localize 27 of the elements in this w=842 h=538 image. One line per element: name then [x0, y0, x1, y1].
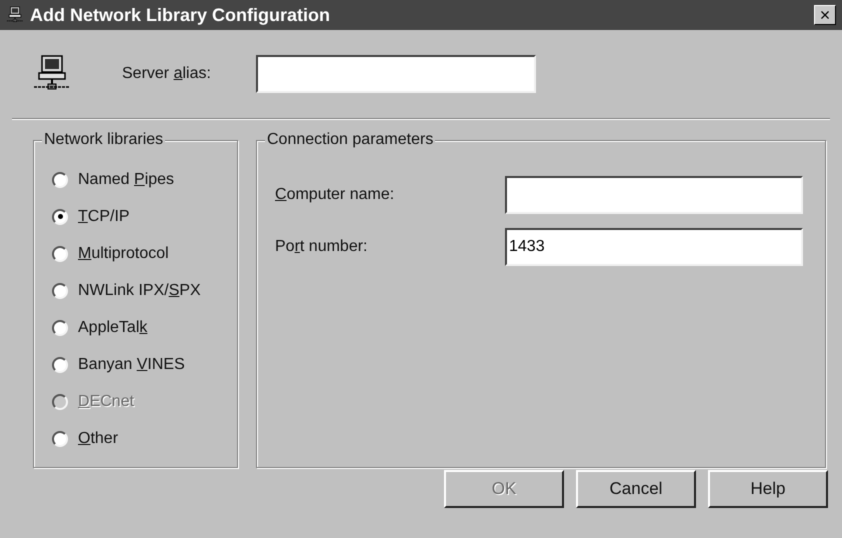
radio-label: Other: [78, 428, 118, 448]
window-title: Add Network Library Configuration: [30, 4, 332, 27]
dialog-button[interactable]: Cancel: [576, 470, 696, 508]
radio-label: DECnet: [78, 392, 134, 412]
dialog-button[interactable]: Help: [708, 470, 828, 508]
close-button[interactable]: ×: [814, 5, 836, 25]
radio-button[interactable]: [52, 282, 68, 298]
server-alias-field[interactable]: [256, 55, 536, 93]
radio-button[interactable]: [52, 320, 68, 336]
radio-label: NWLink IPX/SPX: [78, 280, 201, 300]
radio-button[interactable]: [52, 208, 68, 224]
radio-label: Banyan VINES: [78, 354, 185, 374]
radio-label: Named Pipes: [78, 170, 174, 190]
network-computer-icon: [6, 6, 24, 24]
field-label: Port number:: [275, 237, 368, 257]
text-field[interactable]: [505, 176, 803, 214]
radio-label: AppleTalk: [78, 318, 148, 338]
radio-button[interactable]: [52, 356, 68, 372]
radio-label: TCP/IP: [78, 206, 130, 226]
radio-button[interactable]: [52, 172, 68, 188]
text-field[interactable]: 1433: [505, 228, 803, 266]
group-title: Connection parameters: [265, 131, 436, 149]
field-label: Computer name:: [275, 185, 396, 205]
radio-button[interactable]: [52, 246, 68, 262]
radio-label: Multiprotocol: [78, 244, 169, 264]
field-label: Server alias:: [122, 64, 212, 84]
radio-button[interactable]: [52, 430, 68, 446]
